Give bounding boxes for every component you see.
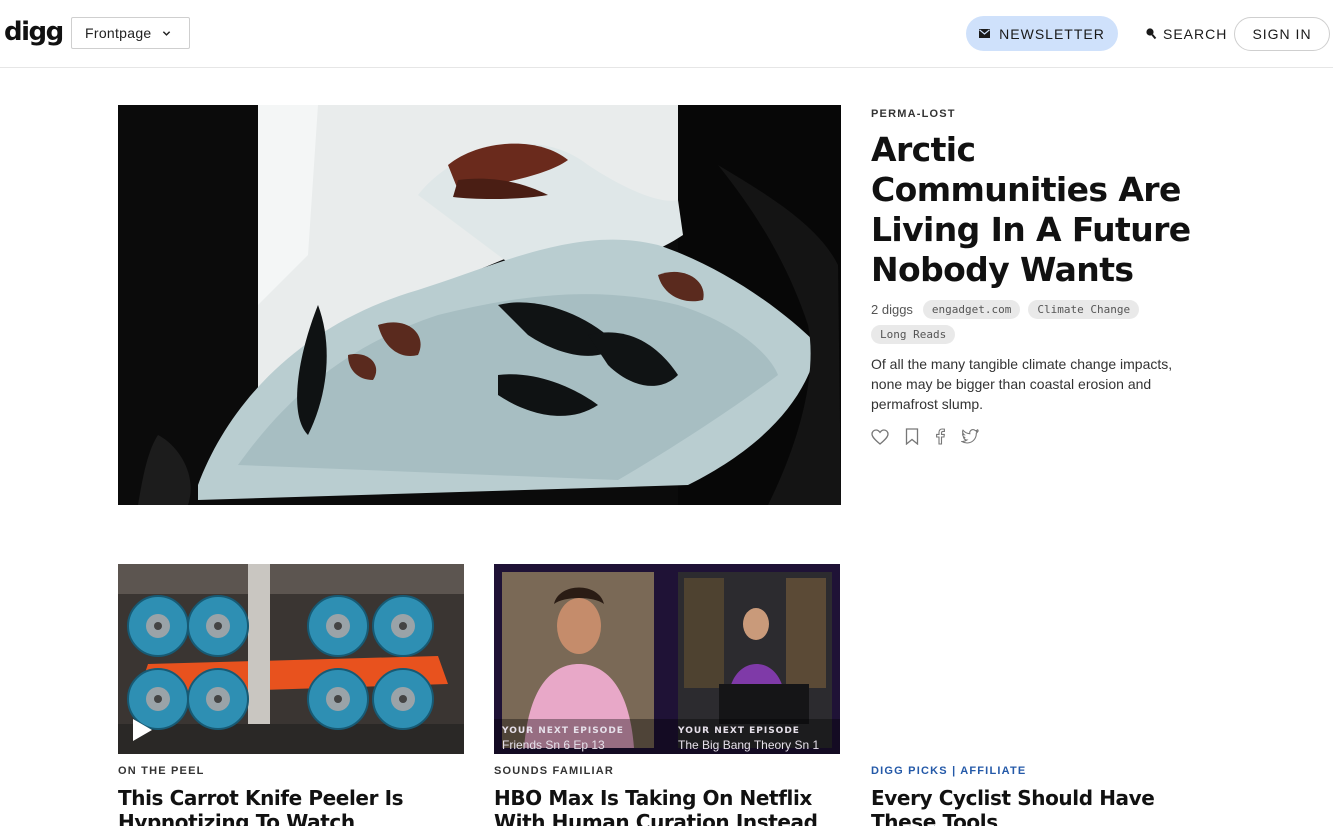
hero-kicker[interactable]: PERMA-LOST <box>871 108 1211 120</box>
card-3: DIGG PICKS | AFFILIATE Every Cyclist Sho… <box>871 765 1217 826</box>
card-2-image[interactable]: YOUR NEXT EPISODE Friends Sn 6 Ep 13 YOU… <box>494 564 840 754</box>
newsletter-label: NEWSLETTER <box>999 25 1105 42</box>
carrot-peeler-video-thumbnail <box>118 564 464 754</box>
hero-description: Of all the many tangible climate change … <box>871 356 1173 412</box>
overlay-left-label: YOUR NEXT EPISODE <box>502 726 624 736</box>
newsletter-button[interactable]: NEWSLETTER <box>966 16 1118 51</box>
tag-topic[interactable]: Climate Change <box>1028 300 1140 319</box>
sign-in-label: SIGN IN <box>1252 26 1312 42</box>
heart-icon[interactable] <box>871 428 889 445</box>
card-1-kicker[interactable]: ON THE PEEL <box>118 765 464 777</box>
sign-in-button[interactable]: SIGN IN <box>1234 17 1330 51</box>
section-select[interactable]: Frontpage <box>71 17 190 49</box>
play-icon[interactable] <box>131 718 153 742</box>
digg-logo[interactable]: digg <box>4 14 64 50</box>
card-1-image[interactable] <box>118 564 464 754</box>
card-3-kicker-separator: | <box>952 765 957 777</box>
card-2: SOUNDS FAMILIAR HBO Max Is Taking On Net… <box>494 765 840 826</box>
bookmark-icon[interactable] <box>905 428 919 445</box>
card-3-kicker-main: DIGG PICKS <box>871 765 948 777</box>
digg-count: 2 diggs <box>871 302 913 317</box>
card-2-title[interactable]: HBO Max Is Taking On Netflix With Human … <box>494 786 840 826</box>
card-1: ON THE PEEL This Carrot Knife Peeler Is … <box>118 765 464 826</box>
search-label: SEARCH <box>1163 25 1228 42</box>
tag-source[interactable]: engadget.com <box>922 300 1021 319</box>
overlay-right-show: The Big Bang Theory Sn 1 <box>678 738 820 752</box>
site-header: digg Frontpage NEWSLETTER SEARCH SIGN IN <box>0 0 1333 68</box>
hero-image[interactable] <box>118 105 841 505</box>
card-3-kicker[interactable]: DIGG PICKS | AFFILIATE <box>871 765 1217 777</box>
twitter-icon[interactable] <box>961 429 979 444</box>
overlay-left-show: Friends Sn 6 Ep 13 <box>502 738 605 752</box>
search-button[interactable]: SEARCH <box>1145 16 1227 51</box>
card-1-title[interactable]: This Carrot Knife Peeler Is Hypnotizing … <box>118 786 464 826</box>
search-icon <box>1146 28 1157 40</box>
section-select-label: Frontpage <box>85 25 152 41</box>
chevron-down-icon <box>162 30 170 36</box>
card-2-kicker[interactable]: SOUNDS FAMILIAR <box>494 765 840 777</box>
tag-format[interactable]: Long Reads <box>871 325 956 344</box>
share-actions <box>871 428 1211 445</box>
mail-icon <box>979 29 991 38</box>
hero-image-art <box>118 105 841 505</box>
facebook-icon[interactable] <box>935 428 945 445</box>
hero-story: PERMA-LOST Arctic Communities Are Living… <box>871 108 1211 445</box>
card-3-title[interactable]: Every Cyclist Should Have These Tools <box>871 786 1217 826</box>
overlay-right-label: YOUR NEXT EPISODE <box>678 726 800 736</box>
card-3-kicker-sub: AFFILIATE <box>960 765 1027 777</box>
hero-meta: 2 diggs engadget.com Climate Change Long… <box>871 300 1201 344</box>
hero-title[interactable]: Arctic Communities Are Living In A Futur… <box>871 130 1211 290</box>
